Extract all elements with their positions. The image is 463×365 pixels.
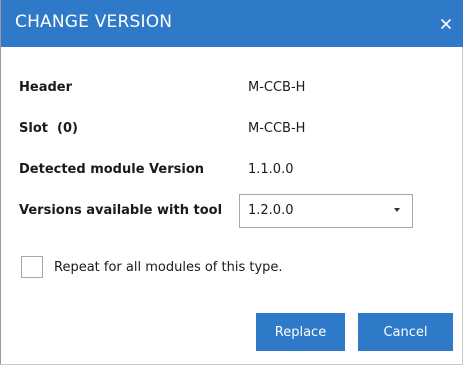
version-select-value: 1.2.0.0 (248, 203, 294, 218)
chevron-down-icon (394, 208, 400, 212)
version-select[interactable]: 1.2.0.0 (239, 194, 413, 228)
repeat-checkbox[interactable] (21, 256, 43, 278)
header-label: Header (19, 80, 73, 95)
dialog-title: CHANGE VERSION (15, 12, 173, 32)
close-icon (440, 15, 452, 30)
header-value: M-CCB-H (248, 80, 306, 95)
cancel-button[interactable]: Cancel (358, 313, 453, 351)
close-button[interactable] (434, 9, 458, 33)
repeat-checkbox-label[interactable]: Repeat for all modules of this type. (54, 260, 283, 275)
detected-version-label: Detected module Version (19, 162, 205, 177)
title-bar: CHANGE VERSION (1, 0, 463, 47)
slot-value: M-CCB-H (248, 121, 306, 136)
change-version-dialog: CHANGE VERSION Header M-CCB-H Slot (0) M… (0, 0, 463, 365)
slot-label: Slot (0) (19, 121, 78, 136)
detected-version-value: 1.1.0.0 (248, 162, 294, 177)
available-versions-label: Versions available with tool (19, 203, 223, 218)
replace-button[interactable]: Replace (256, 313, 345, 351)
